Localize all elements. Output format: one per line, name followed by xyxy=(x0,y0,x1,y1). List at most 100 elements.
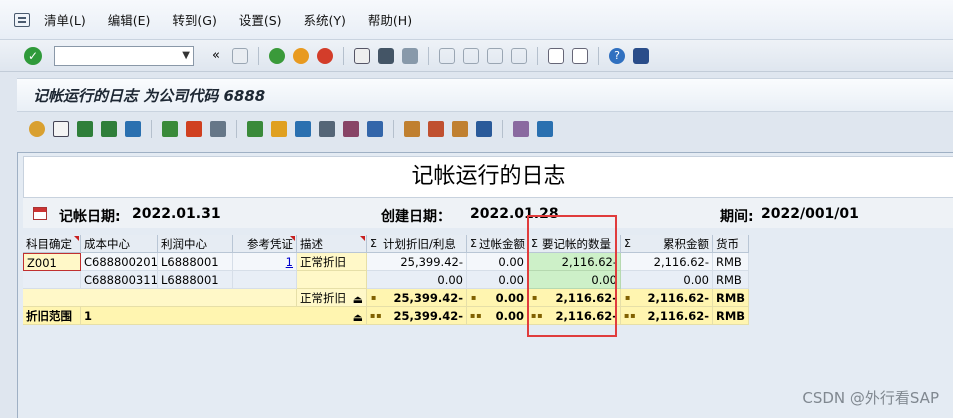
window-title: 记帐运行的日志 为公司代码 6888 xyxy=(17,78,953,112)
export-icon[interactable] xyxy=(271,121,287,137)
cell-posted-amount[interactable]: 0.00 xyxy=(467,253,528,271)
total-posted-amount[interactable]: 0.00 xyxy=(467,307,528,325)
menu-goto[interactable]: 转到(G) xyxy=(172,10,216,29)
menu-edit[interactable]: 编辑(E) xyxy=(108,10,151,29)
period-label: 期间: xyxy=(720,209,754,225)
total-depreciation-area[interactable]: 1 ⏏ xyxy=(81,307,367,325)
enter-check-icon[interactable]: ✓ xyxy=(24,46,42,65)
sort-descending-icon[interactable] xyxy=(101,121,117,137)
subtotal-cumulative-amount[interactable]: 2,116.62- xyxy=(621,289,713,307)
filter-icon[interactable] xyxy=(125,121,141,137)
subtotal-posted-amount[interactable]: 0.00 xyxy=(467,289,528,307)
cancel-icon[interactable] xyxy=(317,47,333,64)
subtotal-currency[interactable]: RMB xyxy=(713,289,749,307)
menu-help[interactable]: 帮助(H) xyxy=(368,10,412,29)
report-area: 记帐运行的日志 记帐日期: 2022.01.31 创建日期： 2022.01.2… xyxy=(17,152,953,418)
cell-planned-depreciation[interactable]: 0.00 xyxy=(367,271,467,289)
layout-change-icon[interactable] xyxy=(404,121,420,137)
local-file-icon[interactable] xyxy=(343,121,359,137)
cell-currency[interactable]: RMB xyxy=(713,271,749,289)
cell-reference-document[interactable] xyxy=(233,271,297,289)
created-date-label: 创建日期： xyxy=(381,209,451,225)
cell-cost-center[interactable]: C688800201 xyxy=(81,253,158,271)
col-header-cost-center[interactable]: 成本中心 xyxy=(81,235,158,253)
last-page-icon[interactable] xyxy=(511,47,527,64)
spreadsheet-icon[interactable] xyxy=(295,121,311,137)
cell-description[interactable] xyxy=(297,271,367,289)
col-header-currency[interactable]: 货币 xyxy=(713,235,749,253)
annotation-highlight-box xyxy=(527,215,617,337)
toolbar-separator xyxy=(428,46,429,65)
sort-ascending-icon[interactable] xyxy=(77,121,93,137)
cell-posted-amount[interactable]: 0.00 xyxy=(467,271,528,289)
new-session-icon[interactable] xyxy=(548,47,564,64)
total-currency[interactable]: RMB xyxy=(713,307,749,325)
col-header-description[interactable]: 描述 xyxy=(297,235,367,253)
chevron-down-icon[interactable]: ▼ xyxy=(182,50,190,61)
reference-document-link[interactable]: 1 xyxy=(286,255,293,269)
save-icon[interactable] xyxy=(232,47,248,64)
application-toolbar xyxy=(17,114,953,144)
next-page-icon[interactable] xyxy=(487,47,503,64)
cell-cost-center[interactable]: C688800311 xyxy=(81,271,158,289)
cell-planned-depreciation[interactable]: 25,399.42- xyxy=(367,253,467,271)
subtotal-icon[interactable]: ⏏ xyxy=(353,291,363,306)
cell-cumulative-amount[interactable]: 2,116.62- xyxy=(621,253,713,271)
menu-system[interactable]: 系统(Y) xyxy=(304,10,346,29)
total-label: 折旧范围 xyxy=(23,307,81,325)
cell-cumulative-amount[interactable]: 0.00 xyxy=(621,271,713,289)
cell-description[interactable]: 正常折旧 xyxy=(297,253,367,271)
toolbar-separator xyxy=(236,120,237,138)
col-header-reference-document[interactable]: 参考凭证 xyxy=(233,235,297,253)
print-preview-icon[interactable] xyxy=(247,121,263,137)
menu-list[interactable]: 清单(L) xyxy=(44,10,86,29)
col-header-account-determination[interactable]: 科目确定 xyxy=(23,235,81,253)
total-icon[interactable] xyxy=(162,121,178,137)
back-icon[interactable] xyxy=(269,47,285,64)
col-header-profit-center[interactable]: 利润中心 xyxy=(158,235,233,253)
layout-select-icon[interactable] xyxy=(428,121,444,137)
subtotal-description-text: 正常折旧 xyxy=(300,291,346,305)
col-header-cumulative-amount[interactable]: 累积金额 xyxy=(621,235,713,253)
total-cumulative-amount[interactable]: 2,116.62- xyxy=(621,307,713,325)
total-planned-depreciation[interactable]: 25,399.42- xyxy=(367,307,467,325)
total-icon[interactable]: ⏏ xyxy=(353,309,363,324)
print-icon[interactable] xyxy=(354,47,370,64)
command-input[interactable] xyxy=(55,46,175,65)
edit-icon[interactable] xyxy=(513,121,529,137)
double-chevron-left-icon[interactable]: « xyxy=(208,48,224,64)
toolbar-separator xyxy=(537,46,538,65)
cell-profit-center[interactable]: L6888001 xyxy=(158,271,233,289)
subtotal-description[interactable]: 正常折旧 ⏏ xyxy=(297,289,367,307)
word-processing-icon[interactable] xyxy=(319,121,335,137)
menu-settings[interactable]: 设置(S) xyxy=(239,10,282,29)
subtotal-icon[interactable] xyxy=(186,121,202,137)
first-page-icon[interactable] xyxy=(439,47,455,64)
cell-currency[interactable]: RMB xyxy=(713,253,749,271)
find-next-icon[interactable] xyxy=(402,47,418,64)
customize-layout-icon[interactable] xyxy=(633,47,649,64)
previous-page-icon[interactable] xyxy=(463,47,479,64)
toolbar-separator xyxy=(258,46,259,65)
menu-icon[interactable] xyxy=(14,12,30,27)
exit-icon[interactable] xyxy=(293,47,309,64)
details-icon[interactable] xyxy=(29,121,45,137)
help-icon[interactable]: ? xyxy=(609,47,625,64)
layout-save-icon[interactable] xyxy=(452,121,468,137)
command-field[interactable]: ▼ xyxy=(54,45,194,66)
display-icon[interactable] xyxy=(537,121,553,137)
col-header-planned-depreciation[interactable]: 计划折旧/利息 xyxy=(367,235,467,253)
currency-icon[interactable] xyxy=(210,121,226,137)
graphic-icon[interactable] xyxy=(367,121,383,137)
cell-account-determination[interactable] xyxy=(23,271,81,289)
information-icon[interactable] xyxy=(476,121,492,137)
find-icon[interactable] xyxy=(378,47,394,64)
toolbar-separator xyxy=(343,46,344,65)
subtotal-planned-depreciation[interactable]: 25,399.42- xyxy=(367,289,467,307)
cell-account-determination[interactable]: Z001 xyxy=(23,253,81,271)
shortcut-icon[interactable] xyxy=(572,47,588,64)
cell-profit-center[interactable]: L6888001 xyxy=(158,253,233,271)
col-header-posted-amount[interactable]: 过帐金额 xyxy=(467,235,528,253)
cell-reference-document[interactable]: 1 xyxy=(233,253,297,271)
zoom-icon[interactable] xyxy=(53,121,69,137)
